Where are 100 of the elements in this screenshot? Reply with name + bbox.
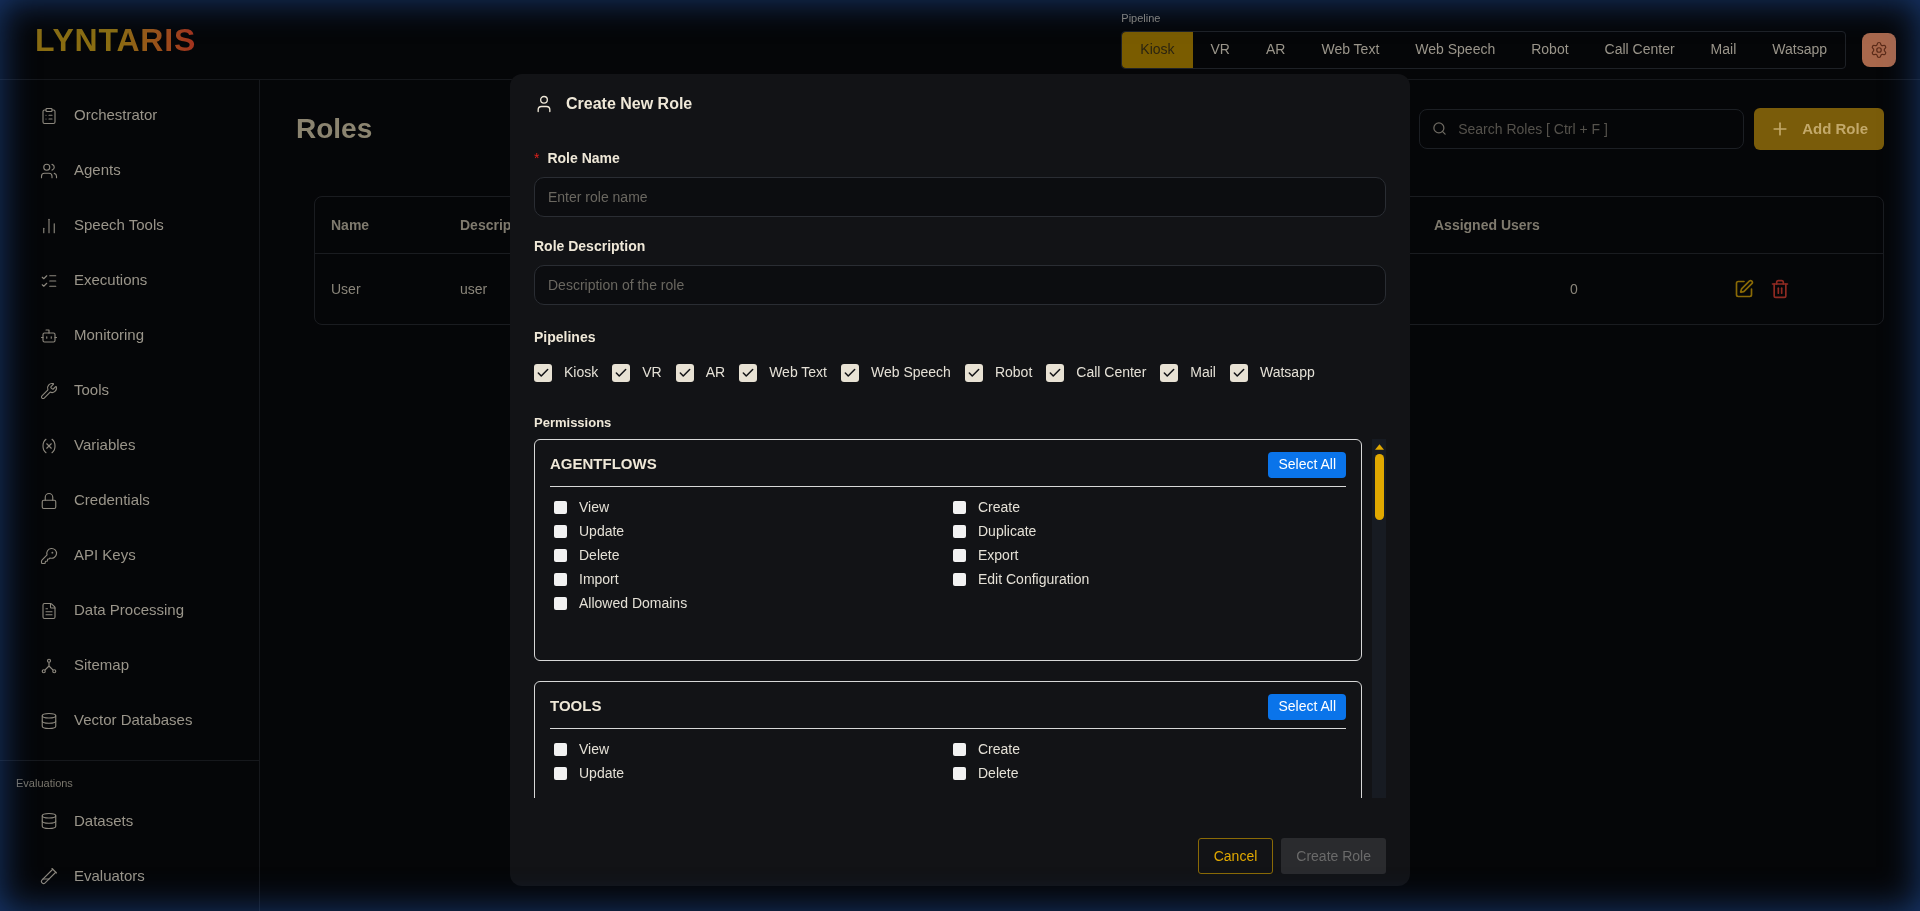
checkbox-label: Mail [1190,363,1216,382]
field-label: Role Name [547,149,620,168]
checkbox[interactable] [675,363,694,382]
scroll-up-arrow-icon[interactable] [1374,443,1384,450]
document-icon [40,601,58,620]
column-header: Assigned Users [1434,215,1540,235]
checkbox[interactable] [953,573,966,586]
checkbox-label: Create [978,498,1021,517]
variable-icon [40,436,58,455]
group-title: AGENTFLOWS [550,454,657,475]
table-cell-text: User [331,279,362,299]
pipeline-tab[interactable]: Mail [1692,31,1755,68]
sidebar-item[interactable]: Evaluators [74,864,145,888]
checkbox-label: Update [579,522,625,541]
checkbox[interactable] [1229,363,1248,382]
users-icon [40,161,58,180]
checkbox[interactable] [953,743,966,756]
sidebar-item[interactable]: Tools [74,379,110,402]
pipeline-label: Pipeline [1121,11,1162,27]
checkbox[interactable] [554,549,567,562]
checkbox-label: Delete [978,764,1019,783]
checkbox-label: Web Text [769,363,827,382]
table-cell: user [460,280,488,297]
table-cell-text: 0 [1569,279,1579,299]
checkbox[interactable] [554,501,567,514]
search-field[interactable]: Search Roles [ Ctrl + F ] [1419,109,1745,149]
test-tube-icon [40,867,58,885]
group-title: TOOLS [550,696,602,717]
field-label: Pipelines [534,328,597,347]
tree-icon [40,656,58,675]
role-description-field[interactable]: Description of the role [534,265,1386,305]
sidebar-item[interactable]: Executions [74,269,148,292]
trash-icon[interactable] [1770,279,1790,299]
clipboard-icon [40,106,58,125]
pipeline-tab[interactable]: Web Text [1303,31,1398,68]
select-all-button[interactable]: Select All [1268,451,1346,478]
sidebar-item[interactable]: Data Processing [74,599,185,622]
sidebar-item[interactable]: Vector Databases [74,709,193,732]
checkbox[interactable] [554,767,567,780]
key-icon [40,546,58,565]
checkbox-label: Duplicate [978,522,1037,541]
dialog-title: Create New Role [566,94,693,114]
sidebar-item[interactable]: API Keys [74,544,136,567]
sidebar-item[interactable]: Sitemap [74,654,130,677]
checkbox[interactable] [534,363,552,382]
scrollbar[interactable] [1372,438,1386,798]
scrollbar-thumb[interactable] [1374,453,1384,520]
checkbox[interactable] [953,767,966,780]
checkbox[interactable] [953,549,966,562]
select-all-button[interactable]: Select All [1268,693,1346,720]
field-label: Role Description [534,237,647,256]
checkbox[interactable] [1046,363,1065,382]
checkbox[interactable] [554,525,567,538]
checkbox-label: Call Center [1076,363,1147,382]
checkbox[interactable] [554,573,567,586]
checkbox[interactable] [554,597,567,610]
pipeline-tab[interactable]: Watsapp [1754,31,1845,68]
checkbox[interactable] [554,743,567,756]
checkbox-label: Watsapp [1259,363,1315,382]
column-header: Descrip [460,215,513,235]
checkbox[interactable] [841,363,859,382]
checkbox[interactable] [964,363,983,382]
sidebar-item[interactable]: Agents [74,159,121,182]
role-name-field[interactable]: Enter role name [534,177,1386,217]
checkbox[interactable] [1160,363,1179,382]
sidebar-item[interactable]: Datasets [74,809,134,833]
pipeline-tab[interactable]: Robot [1513,31,1587,68]
column-header: Name [331,215,371,235]
page-title: Roles [296,112,373,146]
robot-icon [40,326,58,345]
lock-icon [40,491,58,510]
database-icon [40,812,58,830]
checkbox-label: Kiosk [564,363,599,382]
checkbox[interactable] [953,501,966,514]
database-icon [40,711,58,730]
wrench-icon [40,381,58,400]
sidebar-item[interactable]: Variables [74,434,136,457]
checkbox-label: View [579,740,610,759]
pipeline-tab[interactable]: VR [1192,31,1248,68]
checkbox-label: Web Speech [871,363,951,382]
settings-button[interactable] [1862,32,1896,67]
checkbox[interactable] [739,363,758,382]
checkbox-label: Delete [579,546,620,565]
sidebar-item[interactable]: Speech Tools [74,214,164,237]
sidebar-item[interactable]: Credentials [74,489,150,512]
settings-icon [1870,40,1888,59]
checkbox[interactable] [953,525,966,538]
checkbox[interactable] [612,363,631,382]
pipeline-tab[interactable]: AR [1248,31,1304,68]
sidebar-item[interactable]: Orchestrator [74,104,158,127]
cancel-button[interactable]: Cancel [1197,838,1274,874]
search-icon [1432,121,1448,136]
section-heading: Evaluations [15,776,74,791]
edit-icon[interactable] [1734,279,1754,299]
checkbox-label: Allowed Domains [579,594,688,613]
checkbox-label: Create [978,740,1021,759]
pipeline-tab[interactable]: Web Speech [1397,31,1514,68]
sidebar-item[interactable]: Monitoring [74,324,145,347]
checkbox-label: Update [579,764,625,783]
pipeline-tab[interactable]: Call Center [1586,31,1693,68]
